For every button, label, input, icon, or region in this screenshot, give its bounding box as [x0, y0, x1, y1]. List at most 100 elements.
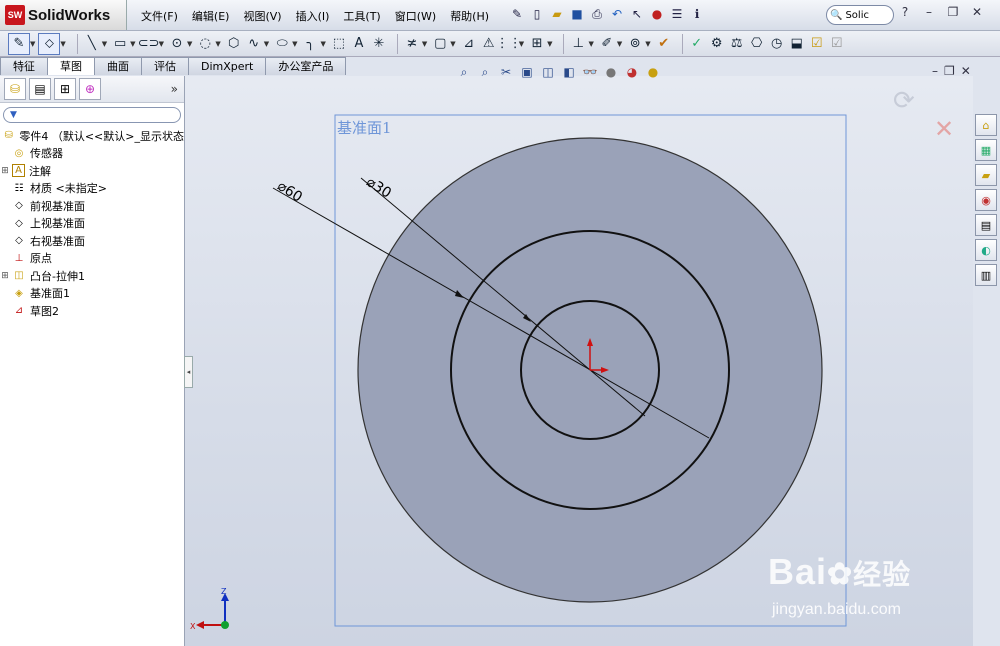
tab-evaluate[interactable]: 评估	[141, 57, 189, 75]
tree-item-plane1[interactable]: ◈ 基准面1	[0, 285, 184, 303]
move-entities-icon[interactable]: ⊞	[527, 34, 547, 54]
tab-sketch[interactable]: 草图	[47, 57, 95, 75]
offset-icon[interactable]: ⊿	[459, 34, 479, 54]
options-icon[interactable]: ☰	[668, 5, 686, 23]
dropdown-arrow-icon[interactable]: ▼	[187, 40, 192, 48]
print-icon[interactable]: ⎙	[588, 5, 606, 23]
checkbox-checked-icon[interactable]: ☑	[807, 34, 827, 54]
panel-splitter[interactable]: ◂	[184, 356, 193, 388]
tool-4-icon[interactable]: ⎔	[747, 34, 767, 54]
menu-tools[interactable]: 工具(T)	[336, 6, 387, 26]
search-results-icon[interactable]: ◉	[975, 189, 997, 211]
balance-icon[interactable]: ⚖	[727, 34, 747, 54]
dropdown-arrow-icon[interactable]: ▼	[547, 40, 552, 48]
zoom-to-fit-icon[interactable]: ⌕	[455, 64, 473, 80]
tree-root[interactable]: ⛁ 零件4 （默认<<默认>_显示状态	[0, 127, 184, 145]
slot-icon[interactable]: ⊂⊃	[138, 34, 160, 54]
select-icon[interactable]: ↖	[628, 5, 646, 23]
text-icon[interactable]: A	[349, 34, 369, 54]
menu-file[interactable]: 文件(F)	[134, 6, 185, 26]
dimxpert-manager-icon[interactable]: ⊕	[79, 78, 101, 100]
tree-item-sketch2[interactable]: ⊿ 草图2	[0, 302, 184, 320]
app-logo[interactable]: SW SolidWorks	[0, 0, 127, 30]
tree-item-front-plane[interactable]: ◇ 前视基准面	[0, 197, 184, 215]
edit-appearance-icon[interactable]: ●	[602, 64, 620, 80]
spellcheck-icon[interactable]: ✓	[687, 34, 707, 54]
dropdown-arrow-icon[interactable]: ▼	[321, 40, 326, 48]
line-icon[interactable]: ╲	[82, 34, 102, 54]
sketch-icon[interactable]: ✎	[8, 32, 30, 55]
scene-icon[interactable]: ◕	[623, 64, 641, 80]
dropdown-arrow-icon[interactable]: ▼	[215, 40, 220, 48]
confirm-sketch-icon[interactable]: ⟳	[893, 86, 915, 116]
rapid-sketch-icon[interactable]: ⊚	[625, 34, 645, 54]
checkbox-icon[interactable]: ☑	[827, 34, 847, 54]
doc-close-icon[interactable]: ✕	[961, 64, 971, 78]
tree-item-origin[interactable]: ⊥ 原点	[0, 250, 184, 268]
repair-sketch-icon[interactable]: ✔	[654, 34, 674, 54]
dropdown-arrow-icon[interactable]: ▼	[159, 40, 164, 48]
expand-icon[interactable]: ⊞	[0, 166, 10, 176]
quick-snaps-icon[interactable]: ✐	[597, 34, 617, 54]
zoom-to-area-icon[interactable]: ⌕	[476, 64, 494, 80]
configuration-manager-icon[interactable]: ⊞	[54, 78, 76, 100]
doc-minimize-icon[interactable]: –	[932, 64, 938, 78]
trim-icon[interactable]: ≭	[402, 34, 422, 54]
restore-icon[interactable]: ❐	[944, 5, 962, 19]
dropdown-arrow-icon[interactable]: ▼	[588, 40, 593, 48]
property-manager-icon[interactable]: ▤	[29, 78, 51, 100]
design-library-icon[interactable]: ▦	[975, 139, 997, 161]
dropdown-arrow-icon[interactable]: ▼	[292, 40, 297, 48]
minimize-icon[interactable]: –	[920, 5, 938, 19]
file-explorer-icon[interactable]: ▰	[975, 164, 997, 186]
collapse-arrow-icon[interactable]: ◂	[187, 368, 191, 376]
expand-panel-icon[interactable]: »	[171, 82, 178, 96]
smart-dimension-icon[interactable]: ⬦	[38, 32, 61, 55]
search-box[interactable]: 🔍 Solic	[826, 5, 894, 25]
dropdown-arrow-icon[interactable]: ▼	[422, 40, 427, 48]
exit-sketch-icon[interactable]: ✕	[934, 115, 954, 143]
display-style-icon[interactable]: ◧	[560, 64, 578, 80]
point-icon[interactable]: ✳	[369, 34, 389, 54]
view-palette-icon[interactable]: ▤	[975, 214, 997, 236]
menu-help[interactable]: 帮助(H)	[443, 6, 496, 26]
fillet-icon[interactable]: ╮	[301, 34, 321, 54]
custom-properties-icon[interactable]: ▥	[975, 264, 997, 286]
home-icon[interactable]: ⌂	[975, 114, 997, 136]
spline-icon[interactable]: ∿	[244, 34, 264, 54]
dropdown-arrow-icon[interactable]: ▼	[617, 40, 622, 48]
help-icon[interactable]: ?	[896, 5, 914, 19]
feature-tree-icon[interactable]: ⛁	[4, 78, 26, 100]
tab-surfaces[interactable]: 曲面	[94, 57, 142, 75]
circle-icon[interactable]: ⊙	[167, 34, 187, 54]
dropdown-arrow-icon[interactable]: ▼	[450, 40, 455, 48]
save-icon[interactable]: ■	[568, 5, 586, 23]
hide-show-icon[interactable]: 👓	[581, 64, 599, 80]
feature-filter[interactable]: ▼	[3, 107, 181, 123]
dropdown-arrow-icon[interactable]: ▼	[60, 40, 65, 48]
pin-icon[interactable]: ✎	[508, 5, 526, 23]
tree-item-sensors[interactable]: ◎ 传感器	[0, 145, 184, 163]
close-icon[interactable]: ✕	[968, 5, 986, 19]
tree-item-annotations[interactable]: ⊞ A 注解	[0, 162, 184, 180]
dropdown-arrow-icon[interactable]: ▼	[264, 40, 269, 48]
previous-view-icon[interactable]: ✂	[497, 64, 515, 80]
tab-dimxpert[interactable]: DimXpert	[188, 57, 267, 75]
search-options-icon[interactable]: ℹ	[688, 5, 706, 23]
menu-edit[interactable]: 编辑(E)	[185, 6, 237, 26]
new-file-icon[interactable]: ▯	[528, 5, 546, 23]
view-orientation-icon[interactable]: ◫	[539, 64, 557, 80]
search-input[interactable]: Solic	[845, 10, 869, 21]
menu-view[interactable]: 视图(V)	[236, 6, 288, 26]
relations-icon[interactable]: ⊥	[568, 34, 588, 54]
tab-office-products[interactable]: 办公室产品	[265, 57, 347, 75]
dropdown-arrow-icon[interactable]: ▼	[645, 40, 650, 48]
dropdown-arrow-icon[interactable]: ▼	[519, 40, 524, 48]
doc-restore-icon[interactable]: ❐	[944, 64, 955, 78]
rebuild-icon[interactable]: ●	[648, 5, 666, 23]
tree-item-right-plane[interactable]: ◇ 右视基准面	[0, 232, 184, 250]
section-view-icon[interactable]: ▣	[518, 64, 536, 80]
plane-tool-icon[interactable]: ⬚	[329, 34, 349, 54]
tool-2-icon[interactable]: ⚙	[707, 34, 727, 54]
ellipse-icon[interactable]: ⬭	[272, 34, 292, 54]
